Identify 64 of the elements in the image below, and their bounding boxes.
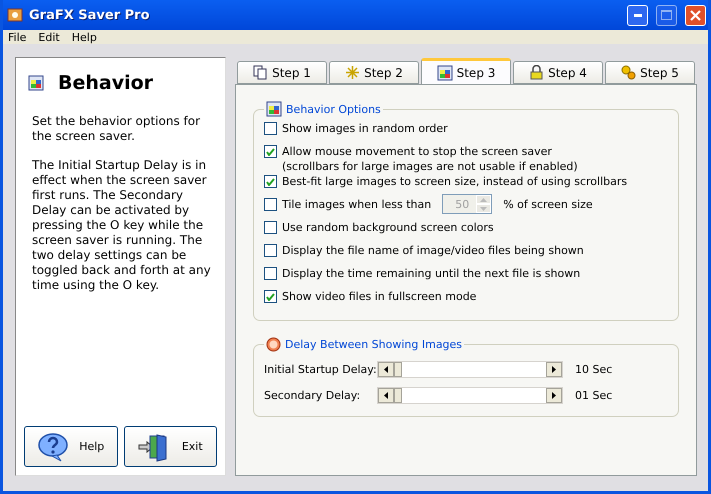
close-icon [690, 10, 701, 20]
options-icon [266, 101, 282, 117]
menu-item[interactable]: Help [72, 30, 97, 44]
description-text: The Initial Startup Delay is in effect when the screen saver first runs. The Secondary Delay can be activated by pressing the O key while the screen saver is running. The two delay settings can be toggled back and forth at any time using the O key. [31, 158, 212, 293]
documents-icon [253, 65, 268, 80]
tab[interactable]: Step 3 [421, 58, 511, 85]
option-label: Allow mouse movement to stop the screen saver (scrollbars for large images are not usable if enabled) [282, 144, 578, 174]
delay-reading: 01 Sec [575, 388, 612, 402]
maximize-icon [661, 10, 672, 20]
behavior-icon [28, 75, 44, 91]
group-title: Behavior Options [286, 102, 381, 116]
right-arrow-icon [552, 392, 556, 398]
checkmark-icon [266, 178, 275, 186]
checkbox[interactable] [264, 221, 277, 234]
gears-icon [621, 65, 636, 80]
group-title: Delay Between Showing Images [285, 338, 462, 351]
option-label: Use random background screen colors [282, 220, 494, 235]
minimize-icon [634, 14, 642, 16]
window-icon [436, 65, 453, 81]
window-title: GraFX Saver Pro [29, 8, 151, 22]
checkbox[interactable] [264, 198, 277, 211]
delay-slider[interactable] [377, 386, 563, 404]
tab[interactable]: Step 4 [513, 61, 603, 84]
option-label: Show video files in fullscreen mode [282, 289, 476, 304]
tab[interactable]: Step 5 [605, 61, 695, 84]
panel-title: Behavior [58, 72, 154, 94]
checkbox[interactable] [264, 145, 277, 158]
slider-label: Secondary Delay: [264, 388, 362, 402]
padlock-icon [529, 65, 544, 80]
exit-button[interactable]: Exit [124, 426, 217, 467]
app-icon [7, 7, 23, 23]
right-arrow-icon [552, 366, 556, 372]
menu-item[interactable]: File [8, 30, 26, 44]
option-label: Best-fit large images to screen size, instead of using scrollbars [282, 174, 628, 189]
option-label: Display the time remaining until the next file is shown [282, 266, 580, 281]
slider-thumb[interactable] [394, 362, 402, 376]
tab[interactable]: Step 2 [329, 61, 419, 84]
minimize-button[interactable] [627, 4, 648, 26]
checkbox[interactable] [264, 267, 277, 280]
checkbox[interactable] [264, 122, 277, 135]
slider-thumb[interactable] [394, 388, 402, 402]
maximize-button[interactable] [656, 4, 677, 26]
checkbox[interactable] [264, 290, 277, 303]
option-label: Tile images when less than [282, 197, 432, 212]
option-label: Display the file name of image/video files being shown [282, 243, 584, 258]
checkbox[interactable] [264, 244, 277, 257]
checkbox[interactable] [264, 175, 277, 188]
option-label: Show images in random order [282, 121, 448, 136]
sparkle-icon [345, 65, 360, 80]
help-button[interactable]: Help [24, 426, 118, 467]
left-arrow-icon [384, 366, 388, 372]
option-label: % of screen size [503, 197, 593, 212]
clock-icon [266, 337, 281, 352]
checkmark-icon [266, 292, 275, 300]
menu-item[interactable]: Edit [38, 30, 60, 44]
delay-reading: 10 Sec [575, 362, 612, 376]
delay-slider[interactable] [377, 360, 563, 378]
slider-label: Initial Startup Delay: [264, 362, 377, 376]
help-icon [37, 432, 70, 462]
description-text: Set the behavior options for the screen saver. [31, 114, 202, 144]
checkmark-icon [266, 148, 275, 156]
tab[interactable]: Step 1 [237, 61, 327, 84]
left-arrow-icon [384, 392, 388, 398]
close-button[interactable] [685, 4, 706, 26]
